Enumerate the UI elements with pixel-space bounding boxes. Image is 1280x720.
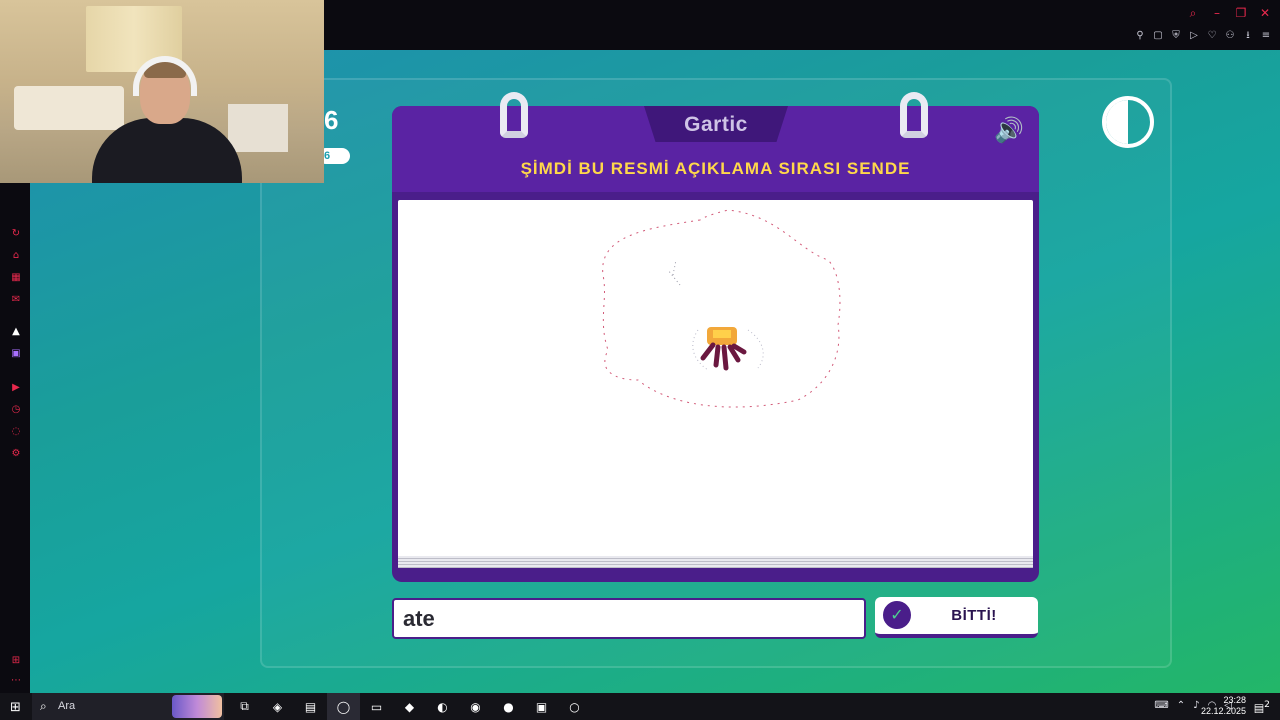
taskbar: ⊞ ⌕ Ara ⧉ ◈ ▤ ◯ ▭ ◆ ◐ ◉ ● ▣ ○ ⌨ ⌃ ♪ ◠ ◁ … bbox=[0, 693, 1280, 720]
store-icon[interactable]: ▤ bbox=[294, 693, 327, 720]
app-icon[interactable]: ◆ bbox=[393, 693, 426, 720]
round-number: 6 bbox=[324, 105, 339, 135]
history-icon[interactable]: ◷ bbox=[10, 404, 22, 416]
windows-icon[interactable]: ⊞ bbox=[10, 700, 21, 715]
profile-icon[interactable]: ⚇ bbox=[1224, 30, 1236, 42]
gamepad-icon[interactable]: ▦ bbox=[10, 272, 22, 284]
bed bbox=[14, 86, 124, 130]
play-icon[interactable]: ▷ bbox=[1188, 30, 1200, 42]
download-icon[interactable]: ⭳ bbox=[1242, 30, 1254, 42]
snapshot-icon[interactable]: ▢ bbox=[1152, 30, 1164, 42]
app2-icon[interactable]: ○ bbox=[558, 693, 591, 720]
answer-input[interactable] bbox=[392, 598, 866, 639]
pin-icon[interactable]: ⚲ bbox=[1134, 30, 1146, 42]
check-icon: ✓ bbox=[883, 601, 911, 629]
task-view-icon[interactable]: ⧉ bbox=[228, 693, 261, 720]
discord-icon[interactable]: ▣ bbox=[525, 693, 558, 720]
chevron-up-icon[interactable]: ⌃ bbox=[1177, 700, 1185, 711]
folder-icon[interactable]: ▭ bbox=[360, 693, 393, 720]
game-card: Gartic 🔊 ŞİMDİ BU RESMİ AÇIKLAMA SIRASI … bbox=[392, 92, 1039, 582]
paper-edge bbox=[398, 556, 1033, 568]
steam-icon[interactable]: ◉ bbox=[459, 693, 492, 720]
more-icon[interactable]: ⋯ bbox=[10, 675, 22, 687]
keyboard-icon[interactable]: ⌨ bbox=[1154, 700, 1168, 711]
webcam-overlay bbox=[0, 0, 324, 183]
done-button-label: BİTTİ! bbox=[951, 607, 997, 624]
close-icon[interactable]: ✕ bbox=[1258, 6, 1272, 20]
drawing-canvas bbox=[398, 200, 1033, 558]
clock-date: 22.12.2025 bbox=[1200, 706, 1246, 716]
shield-icon[interactable]: ⛨ bbox=[1170, 30, 1182, 42]
arrow-app-icon[interactable]: ▲ bbox=[10, 326, 22, 338]
twitch-icon[interactable]: ▣ bbox=[10, 348, 22, 360]
ring-left bbox=[500, 92, 528, 138]
browser-sidebar: ↻ ⌂ ▦ ✉ ▲ ▣ ▶ ◷ ◌ ⚙ ⊞ ⋯ bbox=[0, 183, 30, 693]
ring-right bbox=[900, 92, 928, 138]
shop-icon[interactable]: ⌂ bbox=[10, 250, 22, 262]
player-icon[interactable]: ▶ bbox=[10, 382, 22, 394]
gx-icon[interactable]: ⊞ bbox=[10, 655, 22, 667]
browser-toolbar: ⚲ ▢ ⛨ ▷ ♡ ⚇ ⭳ ≡ bbox=[1134, 30, 1272, 42]
taskbar-search[interactable]: ⌕ Ara bbox=[32, 693, 224, 720]
clock[interactable]: 23:28 22.12.2025 bbox=[1201, 695, 1246, 717]
flame-highlight bbox=[713, 330, 731, 338]
search-icon: ⌕ bbox=[40, 699, 47, 713]
done-button[interactable]: ✓ BİTTİ! bbox=[875, 597, 1038, 638]
copilot-icon[interactable]: ◈ bbox=[261, 693, 294, 720]
extensions-icon[interactable]: ◌ bbox=[10, 426, 22, 438]
sketch-lines bbox=[667, 259, 681, 286]
search-icon[interactable]: ⌕ bbox=[1186, 6, 1200, 20]
window-controls: ⌕ – ❐ ✕ bbox=[1186, 6, 1272, 20]
clock-time: 23:28 bbox=[1223, 695, 1246, 705]
chat-icon[interactable]: ◐ bbox=[426, 693, 459, 720]
speaker-icon[interactable]: 🔊 bbox=[994, 116, 1024, 144]
shape-outline bbox=[602, 209, 841, 408]
timer-icon bbox=[1102, 96, 1154, 148]
refresh-icon[interactable]: ↻ bbox=[10, 228, 22, 240]
screen: ⌕ – ❐ ✕ ⚲ ▢ ⛨ ▷ ♡ ⚇ ⭳ ≡ ↻ ⌂ ▦ ✉ ▲ ▣ ▶ ◷ … bbox=[0, 0, 1280, 720]
spotify-icon[interactable]: ● bbox=[492, 693, 525, 720]
opera-gx-icon[interactable]: ◯ bbox=[327, 693, 360, 720]
gartic-logo: Gartic bbox=[684, 113, 748, 136]
minimize-icon[interactable]: – bbox=[1210, 6, 1224, 20]
taskbar-apps: ⧉ ◈ ▤ ◯ ▭ ◆ ◐ ◉ ● ▣ ○ bbox=[228, 693, 591, 720]
settings-icon[interactable]: ⚙ bbox=[10, 448, 22, 460]
mail-icon[interactable]: ✉ bbox=[10, 294, 22, 306]
search-highlight-image bbox=[172, 695, 222, 718]
notification-icon[interactable]: ▤2 bbox=[1254, 699, 1270, 715]
menu-icon[interactable]: ≡ bbox=[1260, 30, 1272, 42]
taskbar-search-label: Ara bbox=[58, 700, 76, 712]
cabinet bbox=[228, 104, 288, 152]
drawing bbox=[602, 209, 841, 408]
flame-legs bbox=[700, 342, 747, 371]
restore-icon[interactable]: ❐ bbox=[1234, 6, 1248, 20]
mic-icon[interactable]: ♪ bbox=[1193, 700, 1199, 711]
notification-count: 2 bbox=[1264, 699, 1270, 710]
heart-icon[interactable]: ♡ bbox=[1206, 30, 1218, 42]
prompt-text: ŞİMDİ BU RESMİ AÇIKLAMA SIRASI SENDE bbox=[520, 159, 911, 178]
